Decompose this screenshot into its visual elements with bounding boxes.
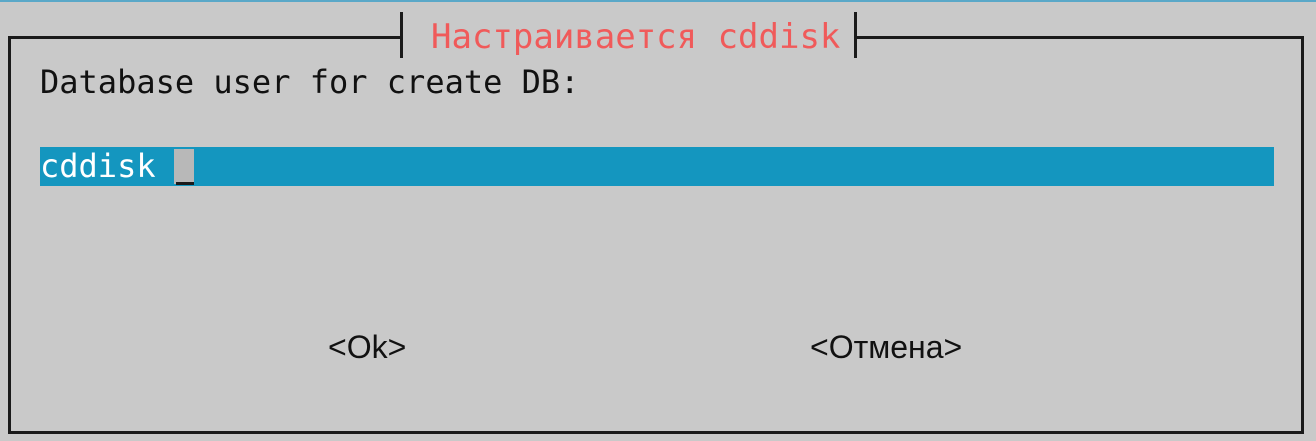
prompt-label: Database user for create DB: (40, 63, 580, 101)
cancel-button[interactable]: <Отмена> (810, 325, 962, 369)
text-cursor (174, 149, 194, 184)
dialog-title: Настраивается cddisk (400, 12, 858, 58)
ok-button[interactable]: <Ok> (328, 325, 406, 369)
input-value: cddisk (40, 147, 156, 185)
cursor-underline (176, 182, 194, 185)
window-top-edge (0, 0, 1316, 2)
terminal-screen: Настраивается cddisk Database user for c… (0, 0, 1316, 441)
database-user-input[interactable]: cddisk (40, 147, 1274, 186)
